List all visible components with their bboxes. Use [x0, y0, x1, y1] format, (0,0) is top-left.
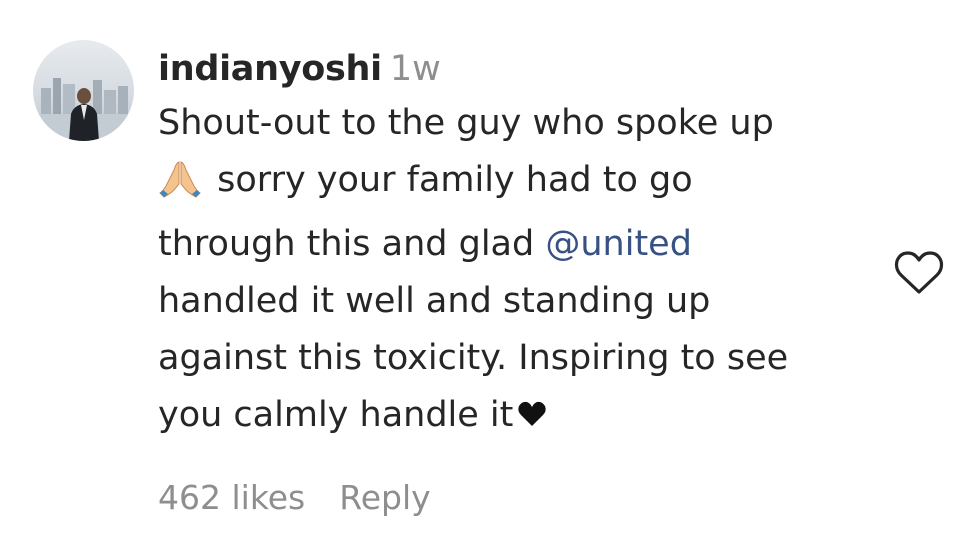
- mention-link[interactable]: @united: [545, 224, 692, 264]
- like-button[interactable]: [892, 248, 946, 298]
- username-link[interactable]: indianyoshi: [158, 49, 382, 89]
- timestamp[interactable]: 1w: [390, 49, 441, 89]
- comment-line: you calmly handle it: [158, 387, 878, 446]
- avatar[interactable]: [33, 40, 134, 141]
- comment-line: through this and glad @united: [158, 216, 878, 273]
- comment-line: handled it well and standing up: [158, 281, 711, 321]
- comment-line-text: through this and glad: [158, 224, 535, 264]
- comment: indianyoshi 1w Shout-out to the guy who s…: [0, 0, 980, 559]
- comment-line: sorry your family had to go: [158, 152, 878, 216]
- comment-body: indianyoshi 1w Shout-out to the guy who s…: [158, 43, 878, 446]
- comment-header: indianyoshi 1w: [158, 43, 878, 95]
- folded-hands-icon: [158, 159, 202, 216]
- comment-line: against this toxicity. Inspiring to see: [158, 338, 789, 378]
- comment-meta: 462 likes Reply: [158, 472, 431, 524]
- comment-line: Shout-out to the guy who spoke up: [158, 103, 774, 143]
- black-heart-icon: [517, 389, 547, 446]
- comment-text: Shout-out to the guy who spoke up sorry …: [158, 95, 878, 446]
- heart-outline-icon: [894, 251, 944, 294]
- comment-line-text: you calmly handle it: [158, 395, 514, 435]
- reply-button[interactable]: Reply: [339, 478, 430, 517]
- likes-count[interactable]: 462 likes: [158, 478, 305, 517]
- comment-line-text: sorry your family had to go: [217, 160, 693, 200]
- avatar-image: [33, 78, 134, 141]
